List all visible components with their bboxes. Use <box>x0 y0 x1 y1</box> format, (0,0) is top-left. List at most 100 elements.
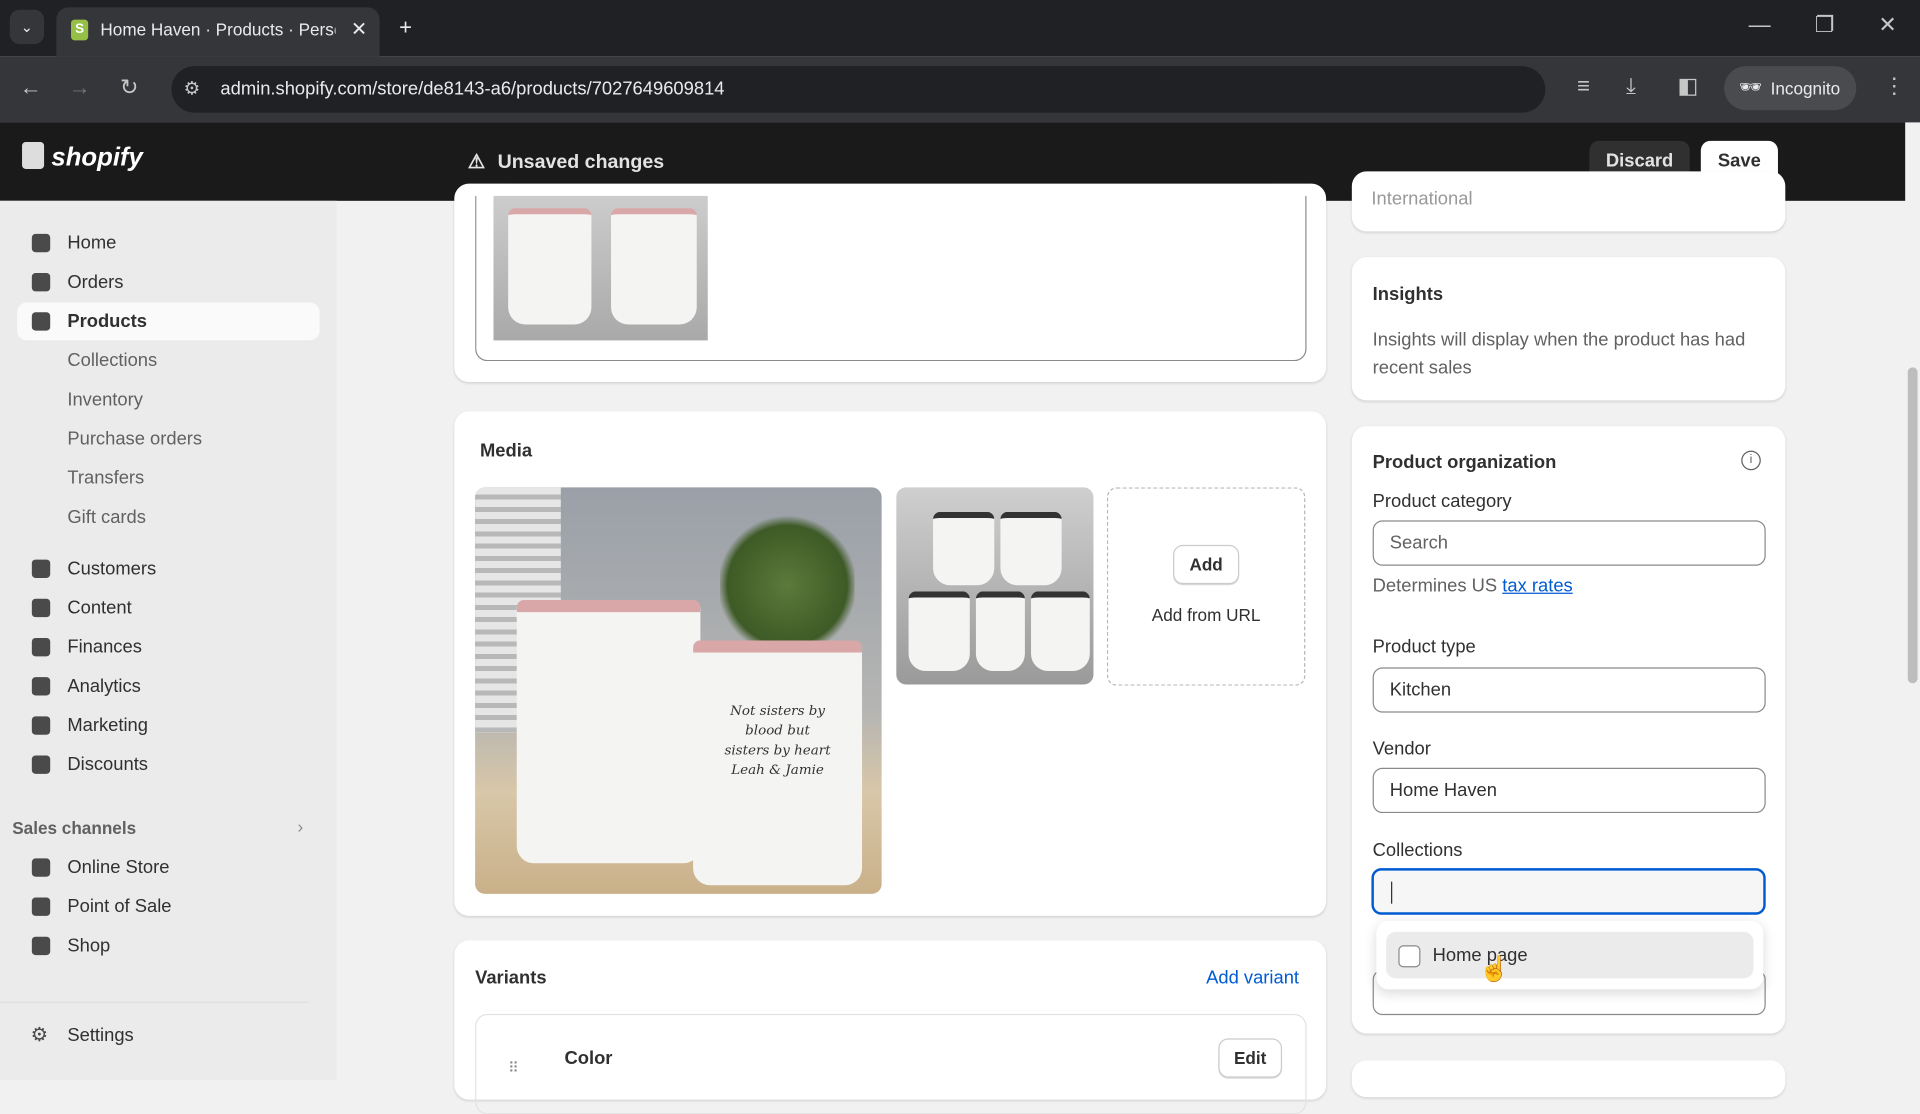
close-window-icon[interactable]: ✕ <box>1878 12 1896 38</box>
sidebar-channel-shop[interactable]: Shop <box>17 927 319 965</box>
insights-card: Insights Insights will display when the … <box>1351 257 1786 401</box>
store-icon <box>31 858 51 877</box>
shopify-logo[interactable]: shopify <box>22 142 143 173</box>
gear-icon: ⚙ <box>30 1024 49 1046</box>
reload-icon[interactable]: ↻ <box>120 75 138 101</box>
media-title: Media <box>480 440 533 462</box>
sidebar-item-label: Shop <box>67 935 111 957</box>
product-type-label: Product type <box>1372 636 1476 658</box>
sidebar-item-label: Gift cards <box>67 506 146 528</box>
sidebar-item-gift-cards[interactable]: Gift cards <box>17 498 319 536</box>
tab-search-button[interactable]: ⌄ <box>9 9 45 45</box>
product-thumbnail[interactable] <box>493 195 708 341</box>
unsaved-label: Unsaved changes <box>497 151 665 173</box>
bank-icon <box>31 637 51 657</box>
sidebar-item-finances[interactable]: Finances <box>17 628 319 666</box>
sidebar-channel-online-store[interactable]: Online Store <box>17 849 319 887</box>
media-card: Media Not sisters by blood but sisters b… <box>454 411 1327 916</box>
product-type-input[interactable]: Kitchen <box>1372 667 1766 713</box>
sidebar-item-label: Purchase orders <box>67 428 203 450</box>
category-search-input[interactable]: Search <box>1372 520 1766 566</box>
address-bar[interactable]: ⚙ admin.shopify.com/store/de8143-a6/prod… <box>171 66 1546 113</box>
scrollbar[interactable] <box>1905 122 1920 1081</box>
collections-dropdown: Home page <box>1376 920 1764 990</box>
add-variant-link[interactable]: Add variant <box>1206 967 1299 988</box>
sidebar-item-settings[interactable]: ⚙ Settings <box>17 1016 319 1054</box>
product-type-value: Kitchen <box>1389 679 1452 701</box>
add-media-button[interactable]: Add <box>1173 544 1240 585</box>
sidebar-item-discounts[interactable]: Discounts <box>17 746 319 784</box>
tab-title: Home Haven · Products · Perso <box>100 19 336 40</box>
divider <box>0 1001 309 1003</box>
sidebar-item-label: Collections <box>67 350 158 372</box>
insights-title: Insights <box>1372 284 1444 305</box>
close-tab-icon[interactable]: ✕ <box>351 17 367 41</box>
new-tab-icon[interactable]: + <box>399 15 412 41</box>
sidebar-item-products[interactable]: Products <box>17 302 320 341</box>
media-dropzone[interactable]: Add Add from URL <box>1106 487 1306 686</box>
sidebar-item-label: Online Store <box>67 857 170 878</box>
sidebar-item-collections[interactable]: Collections <box>17 342 319 380</box>
collection-option-home-page[interactable]: Home page <box>1386 931 1754 979</box>
download-icon[interactable]: ⤓ <box>1626 73 1636 99</box>
sidebar-channel-point-of-sale[interactable]: Point of Sale <box>17 888 319 926</box>
sidebar-item-label: Transfers <box>67 467 145 489</box>
menu-kebab-icon[interactable]: ⋮ <box>1883 73 1905 99</box>
media-second-image[interactable] <box>896 487 1094 685</box>
info-icon[interactable]: i <box>1741 450 1761 471</box>
option-name: Color <box>564 1048 613 1069</box>
tax-rates-link[interactable]: tax rates <box>1502 576 1572 597</box>
vendor-input[interactable]: Home Haven <box>1372 767 1766 814</box>
insights-text: Insights will display when the product h… <box>1372 329 1746 379</box>
sidebar-item-content[interactable]: Content <box>17 589 319 627</box>
sidebar-item-transfers[interactable]: Transfers <box>17 459 319 497</box>
variant-option: ⠿ Color Edit <box>475 1013 1307 1114</box>
text-cursor <box>1391 881 1393 904</box>
variants-title: Variants <box>475 967 547 989</box>
sidebar-item-label: Products <box>67 311 147 332</box>
card-previous <box>454 183 1327 383</box>
forward-icon[interactable]: → <box>69 75 91 101</box>
logo-text: shopify <box>51 143 143 172</box>
back-icon[interactable]: ← <box>20 75 42 101</box>
sidebar-item-analytics[interactable]: Analytics <box>17 667 319 705</box>
sidebar-item-home[interactable]: Home <box>17 224 319 262</box>
collections-input[interactable] <box>1371 868 1766 915</box>
restore-icon[interactable]: ❐ <box>1815 12 1835 38</box>
mug-inscription: Not sisters by blood but sisters by hear… <box>724 702 831 778</box>
vendor-label: Vendor <box>1372 738 1431 760</box>
image-frame <box>475 195 1307 362</box>
sidebar-item-purchase-orders[interactable]: Purchase orders <box>17 420 319 458</box>
side-panel-icon[interactable]: ◧ <box>1678 73 1699 99</box>
sidebar-item-label: Orders <box>67 271 124 293</box>
sales-channels-heading[interactable]: Sales channels <box>12 818 136 838</box>
vendor-value: Home Haven <box>1389 780 1497 801</box>
bar-chart-icon <box>31 677 51 696</box>
url-text: admin.shopify.com/store/de8143-a6/produc… <box>220 78 725 100</box>
media-controls-icon[interactable]: ≡ <box>1577 73 1590 99</box>
collections-label: Collections <box>1372 840 1463 861</box>
edit-option-button[interactable]: Edit <box>1218 1038 1283 1078</box>
checkbox[interactable] <box>1398 945 1421 968</box>
organization-title: Product organization <box>1372 451 1557 473</box>
sidebar-item-marketing[interactable]: Marketing <box>17 707 319 745</box>
sidebar-item-label: Point of Sale <box>67 896 172 918</box>
minimize-icon[interactable]: — <box>1749 12 1771 38</box>
home-icon <box>31 233 51 253</box>
sidebar-item-label: Home <box>67 232 117 254</box>
next-card <box>1351 1060 1786 1098</box>
content-icon <box>31 598 51 618</box>
sidebar-item-customers[interactable]: Customers <box>17 550 319 588</box>
sidebar-item-orders[interactable]: Orders <box>17 263 319 301</box>
shop-icon <box>31 936 51 956</box>
scrollbar-thumb[interactable] <box>1907 367 1918 684</box>
incognito-badge[interactable]: Incognito 🕶 <box>1724 66 1857 111</box>
chevron-right-icon[interactable]: › <box>298 817 304 837</box>
drag-handle-icon[interactable]: ⠿ <box>508 1059 519 1076</box>
sidebar-item-inventory[interactable]: Inventory <box>17 381 319 419</box>
add-from-url-link[interactable]: Add from URL <box>1108 605 1304 625</box>
target-icon <box>31 716 51 735</box>
site-settings-icon[interactable]: ⚙ <box>184 77 200 99</box>
media-main-image[interactable]: Not sisters by blood but sisters by hear… <box>475 487 882 894</box>
browser-tab[interactable]: S Home Haven · Products · Perso ✕ <box>56 7 380 57</box>
